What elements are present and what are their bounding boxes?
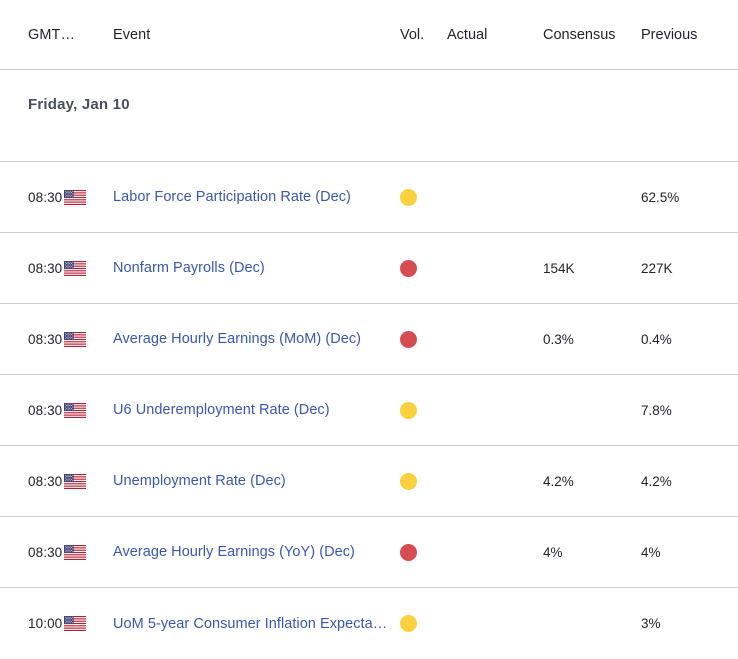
volatility-indicator [400, 472, 440, 490]
economic-calendar: GMT… Event Vol. Actual Consensus Previou… [0, 0, 738, 659]
column-header-volatility[interactable]: Vol. [400, 27, 440, 43]
event-previous-value: 62.5% [641, 189, 680, 205]
event-name-link[interactable]: Labor Force Participation Rate (Dec) [113, 189, 413, 205]
event-name-link[interactable]: Nonfarm Payrolls (Dec) [113, 260, 413, 276]
event-consensus-value: 0.3% [543, 331, 574, 347]
volatility-indicator [400, 543, 440, 561]
event-row[interactable]: 10:00 UoM 5-year Consumer Inflation Expec… [0, 588, 738, 659]
date-group-label: Friday, Jan 10 [28, 96, 130, 113]
event-name-link[interactable]: U6 Underemployment Rate (Dec) [113, 402, 413, 418]
event-consensus-value: 154K [543, 260, 575, 276]
event-previous-value: 227K [641, 260, 673, 276]
volatility-dot-medium [400, 188, 417, 206]
event-previous-value: 0.4% [641, 331, 672, 347]
column-header-actual[interactable]: Actual [447, 27, 537, 43]
us-flag-icon [64, 544, 86, 560]
event-list: 08:30 Labor Force Participation Rate (Dec… [0, 162, 738, 659]
volatility-indicator [400, 401, 440, 419]
event-previous-value: 4% [641, 544, 661, 560]
us-flag-icon [64, 189, 86, 205]
volatility-indicator [400, 188, 440, 206]
event-time: 08:30 [28, 544, 63, 560]
volatility-dot-high [400, 259, 417, 277]
event-name-link[interactable]: UoM 5-year Consumer Inflation Expecta… [113, 616, 413, 632]
event-time: 08:30 [28, 331, 63, 347]
event-time: 10:00 [28, 616, 63, 631]
event-row[interactable]: 08:30 U6 Underemployment Rate (Dec) 7.8% [0, 375, 738, 446]
column-header-previous[interactable]: Previous [641, 27, 736, 43]
us-flag-icon [64, 616, 86, 631]
volatility-dot-high [400, 330, 417, 348]
event-row[interactable]: 08:30 Average Hourly Earnings (MoM) (Dec)… [0, 304, 738, 375]
volatility-indicator [400, 259, 440, 277]
volatility-dot-high [400, 543, 417, 561]
event-name-link[interactable]: Average Hourly Earnings (YoY) (Dec) [113, 544, 413, 560]
us-flag-icon [64, 473, 86, 489]
volatility-indicator [400, 615, 440, 632]
column-header-consensus[interactable]: Consensus [543, 27, 638, 43]
event-time: 08:30 [28, 260, 63, 276]
event-previous-value: 4.2% [641, 473, 672, 489]
event-consensus-value: 4% [543, 544, 563, 560]
event-row[interactable]: 08:30 Average Hourly Earnings (YoY) (Dec)… [0, 517, 738, 588]
us-flag-icon [64, 331, 86, 347]
event-time: 08:30 [28, 189, 63, 205]
event-name-link[interactable]: Unemployment Rate (Dec) [113, 473, 413, 489]
event-previous-value: 7.8% [641, 402, 672, 418]
event-time: 08:30 [28, 473, 63, 489]
event-time: 08:30 [28, 402, 63, 418]
volatility-dot-medium [400, 472, 417, 490]
us-flag-icon [64, 260, 86, 276]
column-header-time[interactable]: GMT… [28, 27, 75, 43]
column-header-event[interactable]: Event [113, 27, 373, 43]
date-group-header: Friday, Jan 10 [0, 70, 738, 162]
event-name-link[interactable]: Average Hourly Earnings (MoM) (Dec) [113, 331, 413, 347]
volatility-dot-medium [400, 401, 417, 419]
calendar-header-row: GMT… Event Vol. Actual Consensus Previou… [0, 0, 738, 70]
event-row[interactable]: 08:30 Unemployment Rate (Dec) 4.2% 4.2% [0, 446, 738, 517]
us-flag-icon [64, 402, 86, 418]
volatility-dot-medium [400, 615, 417, 632]
event-row[interactable]: 08:30 Nonfarm Payrolls (Dec) 154K 227K [0, 233, 738, 304]
event-row[interactable]: 08:30 Labor Force Participation Rate (Dec… [0, 162, 738, 233]
event-previous-value: 3% [641, 616, 661, 631]
volatility-indicator [400, 330, 440, 348]
event-consensus-value: 4.2% [543, 473, 574, 489]
